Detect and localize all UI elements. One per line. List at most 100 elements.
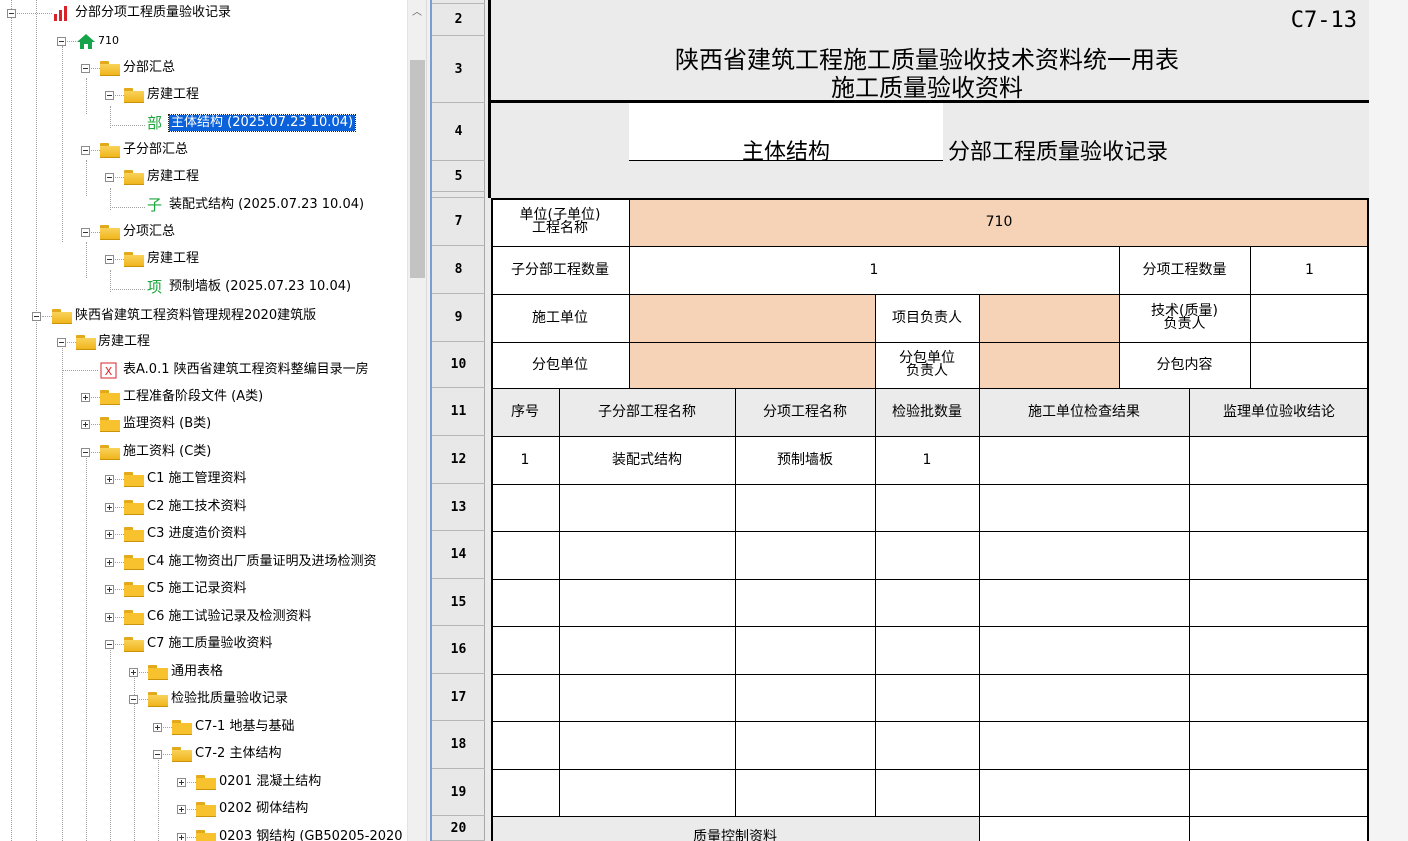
tree-node[interactable]: C6 施工试验记录及检测资料 [0, 608, 407, 626]
expand-icon[interactable] [105, 503, 114, 512]
table-cell[interactable] [979, 674, 1189, 721]
tree-node[interactable]: 陕西省建筑工程资料管理规程2020建筑版 [0, 307, 407, 325]
table-cell[interactable] [491, 721, 559, 769]
table-cell[interactable] [875, 626, 979, 674]
table-cell[interactable] [1189, 721, 1369, 769]
expand-icon[interactable] [177, 805, 186, 814]
tree-node[interactable]: 房建工程 [0, 333, 407, 351]
tree-node[interactable]: 分部分项工程质量验收记录 [0, 4, 407, 22]
tree-scrollbar[interactable]: ︿ [407, 0, 426, 841]
table-cell[interactable] [875, 484, 979, 531]
tree-node-label[interactable]: 施工资料 (C类) [123, 444, 211, 460]
table-cell[interactable] [559, 531, 735, 579]
expand-icon[interactable] [105, 475, 114, 484]
table-cell[interactable] [979, 436, 1189, 484]
tree-node[interactable]: C5 施工记录资料 [0, 580, 407, 598]
collapse-icon[interactable] [81, 146, 90, 155]
collapse-icon[interactable] [105, 173, 114, 182]
tree-node-label[interactable]: 主体结构 (2025.07.23 10.04) [167, 114, 357, 132]
tree-node-label[interactable]: 房建工程 [147, 251, 199, 267]
tree-node[interactable]: 部主体结构 (2025.07.23 10.04) [0, 114, 407, 132]
item-count-value[interactable]: 1 [1250, 246, 1369, 294]
table-cell[interactable] [491, 769, 559, 816]
table-cell[interactable] [491, 579, 559, 626]
row-header[interactable]: 20 [432, 816, 485, 841]
tree-node-label[interactable]: 0201 混凝土结构 [219, 774, 321, 790]
tree-node-label[interactable]: 表A.0.1 陕西省建筑工程资料整编目录一房 [123, 362, 369, 378]
tree-node[interactable]: C3 进度造价资料 [0, 525, 407, 543]
tree-node-label[interactable]: 0202 砌体结构 [219, 801, 308, 817]
tree-node-label[interactable]: 710 [98, 33, 119, 49]
expand-icon[interactable] [105, 558, 114, 567]
tree-node-label[interactable]: C6 施工试验记录及检测资料 [147, 609, 311, 625]
part-name[interactable]: 主体结构 [629, 134, 943, 166]
tree-node[interactable]: C7-1 地基与基础 [0, 718, 407, 736]
table-cell[interactable] [875, 674, 979, 721]
tree-node[interactable]: 0202 砌体结构 [0, 800, 407, 818]
spreadsheet[interactable]: 2 3 4 5 7 8 9 10 11 12 13 14 15 16 17 18 19 20 C7-13 陕西省建… [432, 0, 1408, 841]
tree-node-label[interactable]: 0203 钢结构 (GB50205-2020 [219, 829, 403, 841]
table-cell[interactable] [979, 721, 1189, 769]
tree-node-label[interactable]: 工程准备阶段文件 (A类) [123, 389, 263, 405]
tree-node-label[interactable]: C3 进度造价资料 [147, 526, 246, 542]
table-cell[interactable] [1189, 531, 1369, 579]
table-cell[interactable] [979, 484, 1189, 531]
table-cell[interactable] [1189, 769, 1369, 816]
tree-scrollbar-thumb[interactable] [410, 60, 425, 278]
collapse-icon[interactable] [81, 64, 90, 73]
expand-icon[interactable] [153, 723, 162, 732]
tree-node[interactable]: 子分部汇总 [0, 141, 407, 159]
tree-node[interactable]: 通用表格 [0, 663, 407, 681]
table-cell[interactable]: 1 [491, 436, 559, 484]
row-header[interactable]: 17 [432, 674, 485, 721]
table-cell[interactable]: 1 [875, 436, 979, 484]
tree-node[interactable]: 分部汇总 [0, 59, 407, 77]
table-cell[interactable] [1189, 436, 1369, 484]
table-cell[interactable] [735, 579, 875, 626]
tree-node-label[interactable]: 分部分项工程质量验收记录 [75, 5, 231, 21]
collapse-icon[interactable] [81, 228, 90, 237]
row-header[interactable]: 10 [432, 342, 485, 388]
tree-node[interactable]: 监理资料 (B类) [0, 415, 407, 433]
table-cell[interactable] [559, 626, 735, 674]
tree-node[interactable]: C2 施工技术资料 [0, 498, 407, 516]
project-manager-value[interactable] [979, 294, 1119, 342]
collapse-icon[interactable] [105, 640, 114, 649]
subcontractor-value[interactable] [629, 342, 875, 388]
expand-icon[interactable] [81, 393, 90, 402]
table-cell[interactable] [1189, 579, 1369, 626]
scroll-up-arrow-icon[interactable]: ︿ [412, 8, 422, 18]
table-cell[interactable] [735, 531, 875, 579]
row-header[interactable]: 7 [432, 198, 485, 246]
collapse-icon[interactable] [32, 312, 41, 321]
tree-node-label[interactable]: 预制墙板 (2025.07.23 10.04) [169, 279, 351, 295]
row-header[interactable]: 12 [432, 436, 485, 484]
tree-node[interactable]: 工程准备阶段文件 (A类) [0, 388, 407, 406]
row-header[interactable]: 5 [432, 161, 485, 192]
tree-node[interactable]: 0203 钢结构 (GB50205-2020 [0, 828, 407, 841]
tree-node[interactable]: 检验批质量验收记录 [0, 690, 407, 708]
tree-node-label[interactable]: C7 施工质量验收资料 [147, 636, 272, 652]
table-cell[interactable] [875, 579, 979, 626]
row-header[interactable]: 14 [432, 531, 485, 579]
table-cell[interactable] [559, 484, 735, 531]
row-header[interactable]: 9 [432, 294, 485, 342]
tree-node-label[interactable]: 监理资料 (B类) [123, 416, 211, 432]
tree-node[interactable]: 施工资料 (C类) [0, 443, 407, 461]
tree-node[interactable]: 房建工程 [0, 250, 407, 268]
tree-node[interactable]: 房建工程 [0, 168, 407, 186]
row-header[interactable]: 19 [432, 769, 485, 816]
sub-content-value[interactable] [1250, 342, 1369, 388]
tree-node-label[interactable]: 装配式结构 (2025.07.23 10.04) [169, 197, 364, 213]
tree-node[interactable]: 710 [0, 32, 407, 50]
table-cell[interactable] [979, 579, 1189, 626]
project-tree[interactable]: 分部分项工程质量验收记录 710 分部汇总房建工程 部主体结构 (2025.07.2… [0, 0, 407, 841]
tree-node-label[interactable]: 陕西省建筑工程资料管理规程2020建筑版 [75, 308, 316, 324]
row-header[interactable]: 15 [432, 579, 485, 626]
tech-manager-value[interactable] [1250, 294, 1369, 342]
expand-icon[interactable] [81, 420, 90, 429]
table-cell[interactable] [875, 769, 979, 816]
tree-node[interactable]: 分项汇总 [0, 223, 407, 241]
row-header[interactable]: 18 [432, 721, 485, 769]
table-cell[interactable] [559, 721, 735, 769]
